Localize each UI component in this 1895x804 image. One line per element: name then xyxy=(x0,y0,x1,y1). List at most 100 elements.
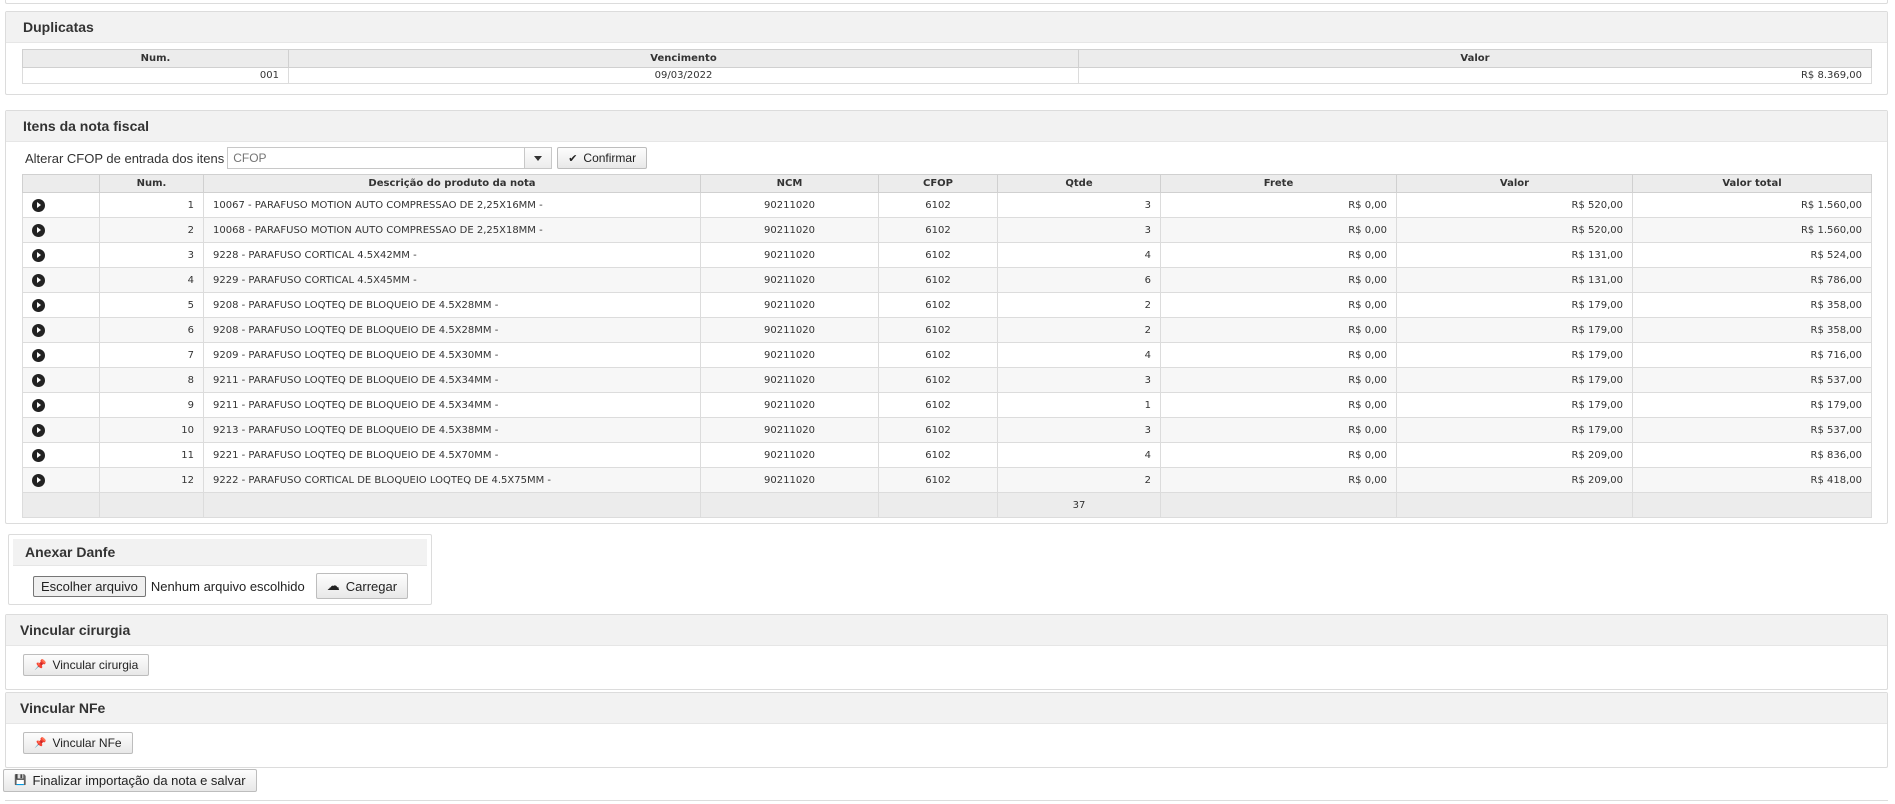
expand-row-icon[interactable] xyxy=(32,198,45,212)
col-valor[interactable]: Valor xyxy=(1078,49,1872,68)
expand-cell[interactable] xyxy=(22,392,100,418)
cell-frete: R$ 0,00 xyxy=(1160,192,1397,218)
expand-row-icon[interactable] xyxy=(32,473,45,487)
duplicatas-table: Num. Vencimento Valor 001 09/03/2022 R$ 8.… xyxy=(22,49,1872,84)
finalizar-button[interactable]: 💾 Finalizar importação da nota e salvar xyxy=(3,769,257,792)
col-cfop[interactable]: CFOP xyxy=(878,174,998,193)
table-row[interactable]: 6 9208 - PARAFUSO LOQTEQ DE BLOQUEIO DE 4… xyxy=(22,317,1872,343)
cloud-upload-icon: ☁ xyxy=(326,578,340,593)
cell-num: 10 xyxy=(99,417,204,443)
cell-ncm: 90211020 xyxy=(700,367,879,393)
col-num[interactable]: Num. xyxy=(22,49,289,68)
expand-cell[interactable] xyxy=(22,442,100,468)
expand-cell[interactable] xyxy=(22,367,100,393)
col-vencimento[interactable]: Vencimento xyxy=(288,49,1079,68)
cell-valor: R$ 209,00 xyxy=(1396,442,1633,468)
qtde-total: 37 xyxy=(997,492,1161,518)
cell-cfop: 6102 xyxy=(878,217,998,243)
cell-valor: R$ 8.369,00 xyxy=(1078,67,1872,84)
cell-qtde: 3 xyxy=(997,192,1161,218)
expand-row-icon[interactable] xyxy=(32,398,45,412)
cell-frete: R$ 0,00 xyxy=(1160,467,1397,493)
itens-panel: Itens da nota fiscal Alterar CFOP de ent… xyxy=(5,110,1888,524)
cell-cfop: 6102 xyxy=(878,392,998,418)
cell-cfop: 6102 xyxy=(878,242,998,268)
vincular-nfe-button[interactable]: 📌 Vincular NFe xyxy=(23,732,133,754)
table-row[interactable]: 9 9211 - PARAFUSO LOQTEQ DE BLOQUEIO DE 4… xyxy=(22,392,1872,418)
table-row[interactable]: 1 10067 - PARAFUSO MOTION AUTO COMPRESSAO… xyxy=(22,192,1872,218)
duplicatas-panel: Duplicatas Num. Vencimento Valor 001 09/0… xyxy=(5,11,1888,95)
expand-cell[interactable] xyxy=(22,267,100,293)
cell-valor: R$ 131,00 xyxy=(1396,267,1633,293)
col-valor-total[interactable]: Valor total xyxy=(1632,174,1872,193)
table-row[interactable]: 001 09/03/2022 R$ 8.369,00 xyxy=(22,67,1872,84)
check-icon: ✔ xyxy=(568,152,578,165)
expand-row-icon[interactable] xyxy=(32,423,45,437)
col-qtde[interactable]: Qtde xyxy=(997,174,1161,193)
table-row[interactable]: 5 9208 - PARAFUSO LOQTEQ DE BLOQUEIO DE 4… xyxy=(22,292,1872,318)
cell-valor: R$ 520,00 xyxy=(1396,192,1633,218)
col-descricao[interactable]: Descrição do produto da nota xyxy=(203,174,701,193)
expand-row-icon[interactable] xyxy=(32,323,45,337)
cell-ncm: 90211020 xyxy=(700,392,879,418)
cell-ncm: 90211020 xyxy=(700,442,879,468)
cfop-select[interactable] xyxy=(227,147,553,169)
cell-cfop: 6102 xyxy=(878,367,998,393)
cell-valor: R$ 131,00 xyxy=(1396,242,1633,268)
nfe-title: Vincular NFe xyxy=(6,693,1887,724)
cell-qtde: 4 xyxy=(997,442,1161,468)
expand-row-icon[interactable] xyxy=(32,223,45,237)
cell-ncm: 90211020 xyxy=(700,317,879,343)
cell-ncm: 90211020 xyxy=(700,417,879,443)
cell-ncm: 90211020 xyxy=(700,267,879,293)
col-valor[interactable]: Valor xyxy=(1396,174,1633,193)
cell-descricao: 9211 - PARAFUSO LOQTEQ DE BLOQUEIO DE 4.… xyxy=(203,392,701,418)
col-frete[interactable]: Frete xyxy=(1160,174,1397,193)
cfop-input[interactable] xyxy=(228,148,525,168)
cell-num: 3 xyxy=(99,242,204,268)
cell-num: 11 xyxy=(99,442,204,468)
totals-row: 37 xyxy=(22,492,1872,518)
upload-button[interactable]: ☁ Carregar xyxy=(315,573,409,599)
expand-cell[interactable] xyxy=(22,342,100,368)
cell-frete: R$ 0,00 xyxy=(1160,292,1397,318)
expand-row-icon[interactable] xyxy=(32,448,45,462)
expand-cell[interactable] xyxy=(22,417,100,443)
vincular-cirurgia-button[interactable]: 📌 Vincular cirurgia xyxy=(23,654,150,676)
cell-valor: R$ 179,00 xyxy=(1396,317,1633,343)
table-row[interactable]: 10 9213 - PARAFUSO LOQTEQ DE BLOQUEIO DE … xyxy=(22,417,1872,443)
expand-row-icon[interactable] xyxy=(32,348,45,362)
table-row[interactable]: 8 9211 - PARAFUSO LOQTEQ DE BLOQUEIO DE 4… xyxy=(22,367,1872,393)
table-row[interactable]: 12 9222 - PARAFUSO CORTICAL DE BLOQUEIO L… xyxy=(22,467,1872,493)
cell-qtde: 2 xyxy=(997,317,1161,343)
expand-row-icon[interactable] xyxy=(32,373,45,387)
expand-cell[interactable] xyxy=(22,192,100,218)
cfop-dropdown-toggle[interactable] xyxy=(524,148,552,168)
expand-row-icon[interactable] xyxy=(32,273,45,287)
col-num[interactable]: Num. xyxy=(99,174,204,193)
table-row[interactable]: 7 9209 - PARAFUSO LOQTEQ DE BLOQUEIO DE 4… xyxy=(22,342,1872,368)
table-row[interactable]: 3 9228 - PARAFUSO CORTICAL 4.5X42MM -9021… xyxy=(22,242,1872,268)
table-row[interactable]: 4 9229 - PARAFUSO CORTICAL 4.5X45MM -9021… xyxy=(22,267,1872,293)
expand-cell[interactable] xyxy=(22,467,100,493)
col-ncm[interactable]: NCM xyxy=(700,174,879,193)
cell-cfop: 6102 xyxy=(878,192,998,218)
expand-cell[interactable] xyxy=(22,242,100,268)
cell-total: R$ 418,00 xyxy=(1632,467,1872,493)
choose-file-button[interactable]: Escolher arquivo xyxy=(33,575,146,597)
caret-down-icon xyxy=(534,155,543,161)
cell-descricao: 9209 - PARAFUSO LOQTEQ DE BLOQUEIO DE 4.… xyxy=(203,342,701,368)
danfe-title: Anexar Danfe xyxy=(13,539,427,566)
cfop-label: Alterar CFOP de entrada dos itens xyxy=(25,150,225,166)
table-row[interactable]: 2 10068 - PARAFUSO MOTION AUTO COMPRESSAO… xyxy=(22,217,1872,243)
table-row[interactable]: 11 9221 - PARAFUSO LOQTEQ DE BLOQUEIO DE … xyxy=(22,442,1872,468)
expand-cell[interactable] xyxy=(22,217,100,243)
confirm-cfop-button[interactable]: ✔ Confirmar xyxy=(557,147,648,169)
cell-frete: R$ 0,00 xyxy=(1160,242,1397,268)
expand-cell[interactable] xyxy=(22,317,100,343)
cell-qtde: 6 xyxy=(997,267,1161,293)
expand-row-icon[interactable] xyxy=(32,298,45,312)
cell-descricao: 9208 - PARAFUSO LOQTEQ DE BLOQUEIO DE 4.… xyxy=(203,292,701,318)
expand-cell[interactable] xyxy=(22,292,100,318)
expand-row-icon[interactable] xyxy=(32,248,45,262)
